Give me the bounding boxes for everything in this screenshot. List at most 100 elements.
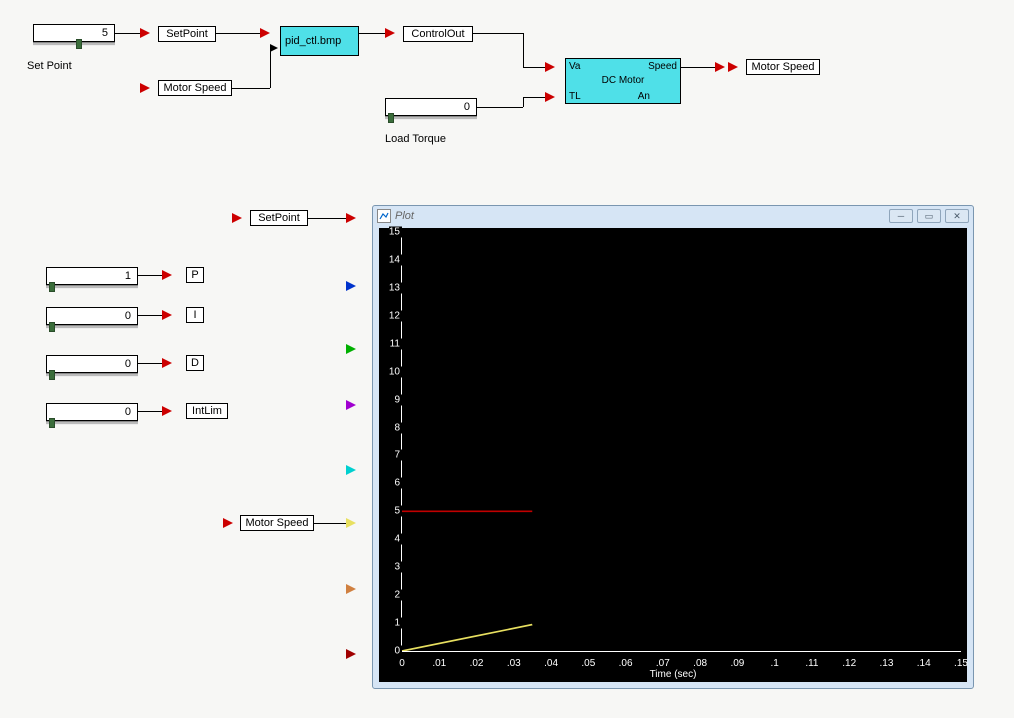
- block-setpoint-tag[interactable]: SetPoint: [158, 26, 216, 42]
- arrow-icon: [346, 344, 356, 354]
- arrow-icon: [545, 92, 555, 102]
- block-p[interactable]: P: [186, 267, 204, 283]
- wire: [473, 33, 523, 34]
- x-tick-label: .15: [954, 658, 968, 669]
- y-tick-label: 0: [394, 646, 402, 657]
- block-i[interactable]: I: [186, 307, 204, 323]
- y-tick-label: 14: [389, 254, 402, 265]
- wire: [115, 33, 140, 34]
- slider-d-handle[interactable]: [49, 370, 55, 380]
- y-tick-label: 9: [394, 394, 402, 405]
- port-va: Va: [569, 61, 581, 72]
- slider-load-torque-handle[interactable]: [388, 113, 394, 123]
- plot-window: Plot ─ ▭ ✕ 1514131211109876543210 0.01.0…: [372, 205, 974, 689]
- x-tick-label: .07: [656, 658, 670, 669]
- y-tick-label: 11: [390, 338, 402, 349]
- x-tick-label: .04: [544, 658, 558, 669]
- x-tick-label: .12: [842, 658, 856, 669]
- label-load-torque: Load Torque: [385, 133, 446, 145]
- wire: [523, 67, 545, 68]
- arrow-icon: [260, 28, 270, 38]
- y-tick-label: 10: [389, 366, 402, 377]
- arrow-icon: [140, 83, 150, 93]
- y-tick-label: 3: [394, 562, 402, 573]
- wire: [232, 88, 270, 89]
- arrow-icon: [346, 584, 356, 594]
- wire: [314, 523, 346, 524]
- wire: [138, 315, 162, 316]
- slider-setpoint-track[interactable]: [33, 42, 115, 46]
- close-button[interactable]: ✕: [945, 209, 969, 223]
- x-tick-label: .08: [693, 658, 707, 669]
- label-dc-motor: DC Motor: [602, 75, 645, 86]
- arrow-small-icon: [270, 44, 278, 52]
- value-load-torque[interactable]: 0: [385, 98, 477, 116]
- arrow-icon: [385, 28, 395, 38]
- wire: [138, 411, 162, 412]
- wire: [681, 67, 715, 68]
- port-an: An: [638, 91, 650, 102]
- x-tick-label: .13: [880, 658, 894, 669]
- port-speed: Speed: [648, 61, 677, 72]
- slider-i-handle[interactable]: [49, 322, 55, 332]
- slider-i-track[interactable]: [46, 325, 138, 329]
- maximize-button[interactable]: ▭: [917, 209, 941, 223]
- wire: [523, 97, 524, 107]
- wire: [270, 48, 271, 88]
- slider-intlim-handle[interactable]: [49, 418, 55, 428]
- arrow-icon: [162, 310, 172, 320]
- block-motor-speed-plot[interactable]: Motor Speed: [240, 515, 314, 531]
- arrow-icon: [346, 465, 356, 475]
- x-tick-label: .09: [730, 658, 744, 669]
- x-tick-label: .1: [770, 658, 778, 669]
- x-tick-label: .01: [432, 658, 446, 669]
- y-tick-label: 8: [394, 422, 402, 433]
- y-tick-label: 13: [389, 282, 402, 293]
- x-axis-title: Time (sec): [650, 669, 697, 680]
- y-tick-label: 1: [394, 618, 402, 629]
- arrow-icon: [162, 270, 172, 280]
- wire: [138, 275, 162, 276]
- arrow-icon: [728, 62, 738, 72]
- minimize-button[interactable]: ─: [889, 209, 913, 223]
- plot-inner: 1514131211109876543210 0.01.02.03.04.05.…: [401, 232, 961, 652]
- slider-setpoint-handle[interactable]: [76, 39, 82, 49]
- plot-window-icon: [377, 209, 391, 223]
- wire: [216, 33, 260, 34]
- plot-title: Plot: [395, 210, 889, 222]
- block-intlim[interactable]: IntLim: [186, 403, 228, 419]
- block-pid-ctl[interactable]: pid_ctl.bmp: [280, 26, 359, 56]
- label-setpoint: Set Point: [27, 60, 72, 72]
- block-dc-motor[interactable]: Va Speed DC Motor TL An: [565, 58, 681, 104]
- slider-intlim-track[interactable]: [46, 421, 138, 425]
- x-tick-label: .02: [470, 658, 484, 669]
- x-tick-label: .03: [507, 658, 521, 669]
- y-tick-label: 15: [389, 227, 402, 238]
- y-tick-label: 6: [394, 478, 402, 489]
- slider-d-track[interactable]: [46, 373, 138, 377]
- value-setpoint[interactable]: 5: [33, 24, 115, 42]
- plot-titlebar[interactable]: Plot ─ ▭ ✕: [373, 206, 973, 226]
- value-i[interactable]: 0: [46, 307, 138, 325]
- wire: [308, 218, 346, 219]
- slider-p-handle[interactable]: [49, 282, 55, 292]
- value-intlim[interactable]: 0: [46, 403, 138, 421]
- arrow-icon: [140, 28, 150, 38]
- port-tl: TL: [569, 91, 581, 102]
- value-d[interactable]: 0: [46, 355, 138, 373]
- wire: [523, 97, 545, 98]
- x-tick-label: .11: [805, 658, 818, 669]
- block-setpoint-plot[interactable]: SetPoint: [250, 210, 308, 226]
- y-tick-label: 5: [394, 506, 402, 517]
- block-d[interactable]: D: [186, 355, 204, 371]
- block-motor-speed-out[interactable]: Motor Speed: [746, 59, 820, 75]
- value-p[interactable]: 1: [46, 267, 138, 285]
- slider-load-torque-track[interactable]: [385, 116, 477, 120]
- arrow-icon: [346, 400, 356, 410]
- block-motor-speed-in[interactable]: Motor Speed: [158, 80, 232, 96]
- block-controlout[interactable]: ControlOut: [403, 26, 473, 42]
- y-tick-label: 7: [394, 450, 402, 461]
- arrow-icon: [223, 518, 233, 528]
- slider-p-track[interactable]: [46, 285, 138, 289]
- x-tick-label: .06: [619, 658, 633, 669]
